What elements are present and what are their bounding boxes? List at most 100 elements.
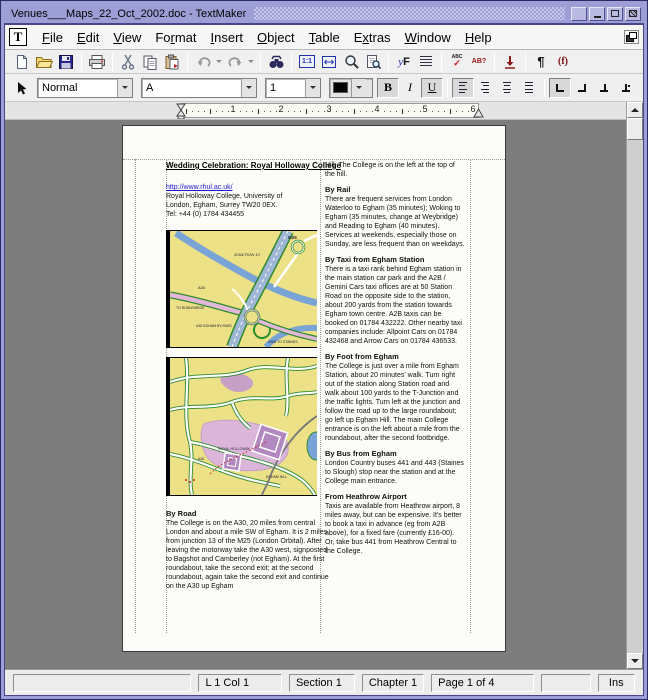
ruler-number: 3: [325, 104, 332, 114]
tab-right-button[interactable]: [571, 78, 593, 98]
document-page[interactable]: Wedding Celebration: Royal Holloway Coll…: [122, 125, 506, 652]
pointer-tool-button[interactable]: [11, 78, 33, 98]
formatting-marks-button[interactable]: ¶: [530, 52, 552, 72]
align-center-button[interactable]: [496, 78, 518, 98]
undo-button[interactable]: [192, 52, 214, 72]
color-dropdown-button[interactable]: [351, 79, 366, 97]
new-document-button[interactable]: [11, 52, 33, 72]
insert-field-button[interactable]: yF: [393, 52, 415, 72]
page-magnifier-icon: [365, 54, 381, 70]
right-indent-marker[interactable]: [473, 106, 485, 119]
scrollbar-thumb[interactable]: [627, 118, 643, 140]
redo-dropdown-button[interactable]: [246, 52, 256, 72]
left-column: http://www.rhul.ac.uk/ Royal Holloway Co…: [166, 183, 334, 591]
scrollbar-track[interactable]: [627, 140, 643, 653]
toolbar-separator: [187, 53, 188, 71]
scroll-down-button[interactable]: [627, 653, 643, 669]
spellcheck-button[interactable]: ABC✓: [446, 52, 468, 72]
paste-icon: [164, 54, 180, 70]
menu-item-view[interactable]: View: [106, 28, 148, 47]
paste-button[interactable]: [161, 52, 183, 72]
vertical-scrollbar[interactable]: [626, 102, 643, 669]
title-bar[interactable]: Venues___Maps_22_Oct_2002.doc - TextMake…: [4, 4, 644, 24]
section-text-by-rail: There are frequent services from London …: [325, 195, 465, 249]
document-icon[interactable]: T: [9, 28, 27, 46]
document-area[interactable]: Wedding Celebration: Royal Holloway Coll…: [5, 120, 626, 669]
floppy-disk-icon: [58, 54, 74, 70]
tab-center-button[interactable]: [593, 78, 615, 98]
menu-item-format[interactable]: Format: [148, 28, 203, 47]
indent-marker[interactable]: [176, 103, 187, 119]
insert-text-button[interactable]: [499, 52, 521, 72]
shade-button[interactable]: [571, 7, 587, 21]
menu-item-edit[interactable]: Edit: [70, 28, 106, 47]
copy-button[interactable]: [139, 52, 161, 72]
pilcrow-icon: ¶: [537, 54, 544, 69]
underline-button[interactable]: U: [421, 78, 443, 98]
map-junction-13[interactable]: M25 JUNCTION 13 A30 TO RUNNYMEDE A30 EGH…: [166, 230, 317, 348]
undo-dropdown-button[interactable]: [214, 52, 224, 72]
tab-decimal-button[interactable]: [615, 78, 637, 98]
toolbar-separator: [81, 53, 82, 71]
style-combobox[interactable]: Normal: [37, 78, 133, 98]
size-dropdown-button[interactable]: [305, 79, 320, 97]
rhul-link[interactable]: http://www.rhul.ac.uk/: [166, 184, 233, 191]
font-combobox[interactable]: A: [141, 78, 257, 98]
toolbar-separator: [112, 53, 113, 71]
save-button[interactable]: [55, 52, 77, 72]
print-button[interactable]: [86, 52, 108, 72]
map-campus[interactable]: ROYAL HOLLOWAY EGHAM HILL A30: [166, 357, 317, 496]
font-dropdown-button[interactable]: [241, 79, 256, 97]
paragraph-settings-button[interactable]: [415, 52, 437, 72]
menu-item-extras[interactable]: Extras: [347, 28, 398, 47]
close-button[interactable]: [625, 7, 641, 21]
font-color-picker[interactable]: [329, 78, 373, 98]
translate-icon: AB?: [472, 58, 486, 65]
formula-button[interactable]: (f): [552, 52, 574, 72]
align-justify-button[interactable]: [518, 78, 540, 98]
section-text-heathrow: Taxis are available from Heathrow airpor…: [325, 502, 465, 556]
toolbar-separator: [441, 53, 442, 71]
color-swatch: [333, 82, 348, 93]
zoom-100-button[interactable]: 1:1: [296, 52, 318, 72]
margin-guide: [135, 159, 136, 633]
cursor-arrow-icon: [16, 81, 28, 95]
tab-left-button[interactable]: [549, 78, 571, 98]
svg-text:TO RUNNYMEDE: TO RUNNYMEDE: [176, 306, 205, 310]
status-message-field: [13, 674, 191, 692]
print-preview-button[interactable]: [362, 52, 384, 72]
status-insert-mode[interactable]: Ins: [598, 674, 636, 692]
ruler-number: 2: [277, 104, 284, 114]
menu-item-table[interactable]: Table: [302, 28, 347, 47]
scroll-up-button[interactable]: [627, 102, 643, 118]
menu-item-file[interactable]: File: [35, 28, 70, 47]
status-line-col: L 1 Col 1: [198, 674, 282, 692]
restore-document-icon[interactable]: [624, 30, 639, 44]
fit-width-icon: [321, 55, 337, 69]
menu-item-insert[interactable]: Insert: [204, 28, 251, 47]
svg-text:ROYAL HOLLOWAY: ROYAL HOLLOWAY: [218, 447, 251, 451]
align-left-button[interactable]: [452, 78, 474, 98]
cut-button[interactable]: [117, 52, 139, 72]
section-text-by-road: The College is on the A30, 20 miles from…: [166, 519, 334, 591]
bold-button[interactable]: B: [377, 78, 399, 98]
maximize-button[interactable]: [607, 7, 623, 21]
align-right-button[interactable]: [474, 78, 496, 98]
open-button[interactable]: [33, 52, 55, 72]
redo-button[interactable]: [224, 52, 246, 72]
find-button[interactable]: [265, 52, 287, 72]
menu-item-window[interactable]: Window: [398, 28, 458, 47]
chevron-down-icon: [216, 60, 222, 66]
menu-item-object[interactable]: Object: [250, 28, 302, 47]
address-line: Royal Holloway College, University of: [166, 192, 296, 201]
zoom-button[interactable]: [340, 52, 362, 72]
menu-item-help[interactable]: Help: [458, 28, 499, 47]
italic-button[interactable]: I: [399, 78, 421, 98]
align-justify-icon: [525, 82, 533, 93]
minimize-button[interactable]: [589, 7, 605, 21]
undo-arrow-icon: [196, 55, 211, 69]
translate-button[interactable]: AB?: [468, 52, 490, 72]
font-size-combobox[interactable]: 1: [265, 78, 321, 98]
style-dropdown-button[interactable]: [117, 79, 132, 97]
fit-width-button[interactable]: [318, 52, 340, 72]
